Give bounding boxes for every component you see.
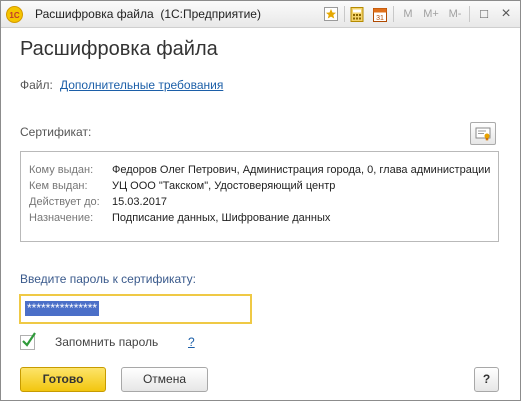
memory-minus-icon[interactable]: M- bbox=[445, 5, 465, 23]
remember-password-checkbox[interactable] bbox=[20, 332, 36, 350]
password-input[interactable]: *************** bbox=[19, 294, 252, 324]
help-button[interactable]: ? bbox=[474, 367, 499, 392]
1c-logo-icon: 1С bbox=[6, 6, 23, 23]
calculator-icon[interactable] bbox=[348, 5, 366, 23]
favorites-star-icon[interactable] bbox=[322, 5, 340, 23]
file-link[interactable]: Дополнительные требования bbox=[60, 78, 223, 92]
certificate-view-button[interactable] bbox=[470, 122, 496, 145]
file-label: Файл: bbox=[20, 78, 53, 92]
page-title: Расшифровка файла bbox=[20, 38, 218, 60]
calendar-icon[interactable]: 31 bbox=[371, 5, 389, 23]
certificate-details: Кому выдан: Федоров Олег Петрович, Админ… bbox=[20, 151, 499, 242]
svg-text:31: 31 bbox=[376, 15, 384, 22]
certificate-icon bbox=[475, 127, 491, 141]
window-title: Расшифровка файла (1С:Предприятие) bbox=[35, 7, 261, 21]
close-icon[interactable]: × bbox=[497, 5, 515, 23]
memory-recall-icon[interactable]: M bbox=[399, 5, 417, 23]
certificate-label: Сертификат: bbox=[20, 125, 92, 139]
password-value: *************** bbox=[25, 301, 100, 316]
password-label: Введите пароль к сертификату: bbox=[20, 272, 196, 286]
checkmark-icon bbox=[22, 332, 36, 347]
remember-password-label[interactable]: Запомнить пароль bbox=[55, 335, 158, 349]
cancel-button[interactable]: Отмена bbox=[121, 367, 208, 392]
title-bar[interactable]: 1С Расшифровка файла (1С:Предприятие) 31… bbox=[1, 1, 520, 28]
memory-plus-icon[interactable]: M+ bbox=[419, 5, 443, 23]
dialog-window: 1С Расшифровка файла (1С:Предприятие) 31… bbox=[0, 0, 521, 401]
remember-help-link[interactable]: ? bbox=[188, 335, 195, 349]
restore-icon[interactable]: □ bbox=[475, 5, 493, 23]
ok-button[interactable]: Готово bbox=[20, 367, 106, 392]
